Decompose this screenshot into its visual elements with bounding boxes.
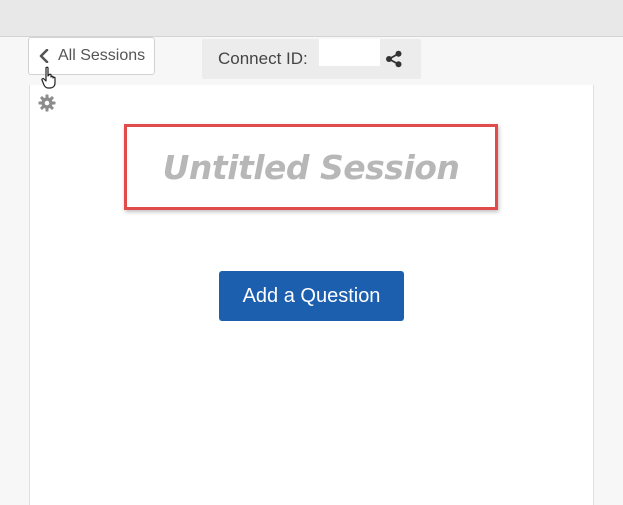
connect-id-value[interactable] <box>319 39 380 66</box>
share-icon[interactable] <box>385 50 403 68</box>
top-bar <box>0 0 623 37</box>
session-title-field[interactable]: Untitled Session <box>124 124 498 210</box>
chevron-left-icon <box>39 48 53 64</box>
hand-pointer-icon <box>41 66 59 90</box>
add-question-button[interactable]: Add a Question <box>219 271 404 321</box>
gear-icon[interactable] <box>38 94 56 112</box>
connect-id-box: Connect ID: <box>202 39 421 79</box>
all-sessions-label: All Sessions <box>58 47 146 64</box>
session-title-placeholder: Untitled Session <box>162 147 460 187</box>
connect-id-label: Connect ID: <box>218 49 308 68</box>
